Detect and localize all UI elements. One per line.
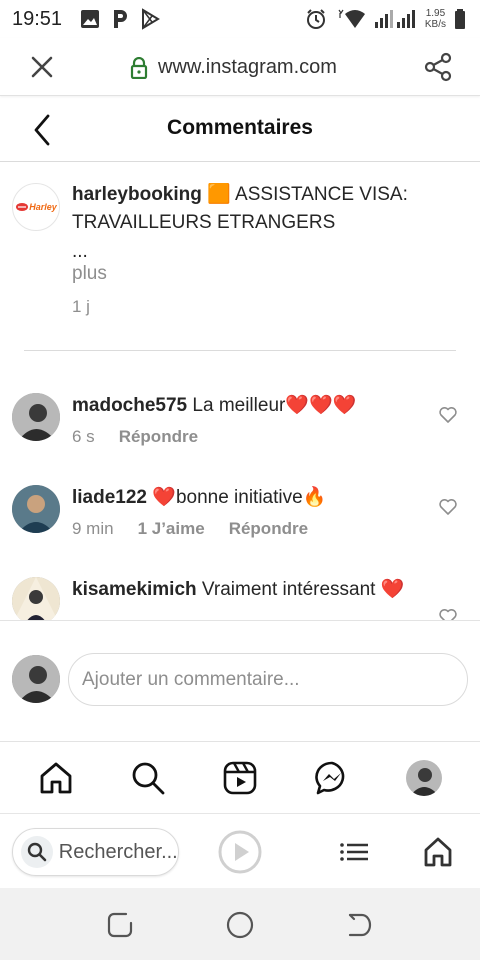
likes-count[interactable]: 1 J’aime — [138, 519, 205, 539]
search-icon-wrap — [21, 836, 53, 868]
reply-button[interactable]: Répondre — [119, 427, 198, 447]
home-icon[interactable] — [38, 760, 74, 796]
heart-icon[interactable] — [438, 497, 458, 517]
search-icon — [27, 842, 47, 862]
avatar-photo — [12, 577, 60, 620]
comment-username[interactable]: madoche575 — [72, 395, 187, 416]
url-display[interactable]: www.instagram.com — [130, 56, 337, 79]
comment-username[interactable]: liade122 — [72, 487, 147, 508]
play-icon[interactable] — [218, 830, 262, 874]
signal-icon — [374, 10, 415, 28]
net-speed-value: 1.95 — [425, 8, 446, 19]
heart-icon[interactable] — [438, 405, 458, 425]
play-store-icon — [142, 8, 161, 30]
recents-icon[interactable] — [106, 910, 136, 940]
gallery-icon — [81, 10, 100, 28]
comment-meta: 9 min 1 J’aime Répondre — [72, 519, 308, 539]
avatar-photo — [12, 655, 60, 703]
post-caption: Harley harleybooking 🟧 ASSISTANCE VISA: … — [0, 163, 480, 351]
browser-url-bar: www.instagram.com — [0, 38, 480, 96]
caption-more-link[interactable]: plus — [72, 263, 107, 285]
status-time: 19:51 — [12, 7, 63, 30]
net-speed: 1.95 KB/s — [425, 8, 446, 30]
current-user-avatar — [12, 655, 60, 703]
harley-logo-avatar[interactable]: Harley — [12, 183, 60, 231]
share-icon[interactable] — [422, 51, 454, 83]
comment-item: kisamekimich Vraiment intéressant ❤️ — [0, 577, 480, 620]
status-bar: 19:51 1.95 KB/s — [0, 0, 480, 38]
alarm-icon — [306, 9, 325, 29]
comment-text: Vraiment intéressant ❤️ — [201, 579, 405, 600]
lock-icon — [130, 56, 148, 79]
net-speed-unit: KB/s — [424, 19, 446, 30]
p-icon — [114, 10, 128, 28]
system-nav-bar — [0, 888, 480, 960]
avatar-photo — [12, 393, 60, 441]
caption-age: 1 j — [72, 297, 90, 316]
messenger-icon[interactable] — [314, 760, 350, 796]
comment-age: 9 min — [72, 519, 114, 538]
comments-list[interactable]: madoche575 La meilleur❤️❤️❤️ 6 s Répondr… — [0, 380, 480, 620]
status-right: 1.95 KB/s — [305, 8, 466, 30]
page-title: Commentaires — [167, 116, 313, 139]
home-circle-icon[interactable] — [225, 910, 255, 940]
comment-age: 6 s — [72, 427, 95, 446]
harley-logo-text: Harley — [29, 202, 57, 212]
comment-body: liade122 ❤️bonne initiative🔥 — [72, 485, 432, 511]
caption-divider — [24, 350, 456, 351]
comment-item: madoche575 La meilleur❤️❤️❤️ 6 s Répondr… — [0, 393, 480, 485]
browser-bottom-bar: Rechercher... — [0, 814, 480, 888]
caption-ellipsis: ... — [72, 241, 88, 262]
add-comment-bar: Ajouter un commentaire... — [0, 620, 480, 742]
profile-avatar[interactable] — [406, 760, 442, 796]
heart-icon[interactable] — [438, 607, 458, 620]
url-text: www.instagram.com — [158, 56, 337, 78]
browser-search-pill[interactable]: Rechercher... — [12, 828, 179, 876]
comment-input[interactable]: Ajouter un commentaire... — [68, 653, 468, 706]
search-icon[interactable] — [130, 760, 166, 796]
commenter-avatar[interactable] — [12, 577, 60, 620]
caption-emoji: 🟧 — [207, 184, 231, 205]
comment-body: madoche575 La meilleur❤️❤️❤️ — [72, 393, 432, 419]
caption-username[interactable]: harleybooking — [72, 184, 202, 205]
back-icon[interactable] — [344, 910, 374, 940]
close-icon[interactable] — [28, 53, 56, 81]
notification-icons — [80, 8, 161, 30]
comment-body: kisamekimich Vraiment intéressant ❤️ — [72, 577, 432, 603]
caption-text: harleybooking 🟧 ASSISTANCE VISA: TRAVAIL… — [72, 181, 452, 237]
comment-username[interactable]: kisamekimich — [72, 579, 197, 600]
browser-home-icon[interactable] — [416, 830, 460, 874]
commenter-avatar[interactable] — [12, 393, 60, 441]
instagram-tab-bar — [0, 742, 480, 814]
battery-icon — [455, 9, 465, 29]
comment-item: liade122 ❤️bonne initiative🔥 9 min 1 J’a… — [0, 485, 480, 577]
reply-button[interactable]: Répondre — [229, 519, 308, 539]
avatar-photo — [12, 485, 60, 533]
wifi-icon — [338, 9, 365, 28]
comment-text: La meilleur❤️❤️❤️ — [192, 395, 357, 416]
harley-logo-icon — [16, 203, 29, 211]
list-icon[interactable] — [332, 830, 376, 874]
comments-header: Commentaires — [0, 96, 480, 162]
reels-icon[interactable] — [222, 760, 258, 796]
commenter-avatar[interactable] — [12, 485, 60, 533]
comment-text: ❤️bonne initiative🔥 — [152, 487, 327, 508]
browser-search-text: Rechercher... — [58, 840, 178, 863]
avatar-photo — [406, 760, 442, 796]
comment-meta: 6 s Répondre — [72, 427, 198, 447]
